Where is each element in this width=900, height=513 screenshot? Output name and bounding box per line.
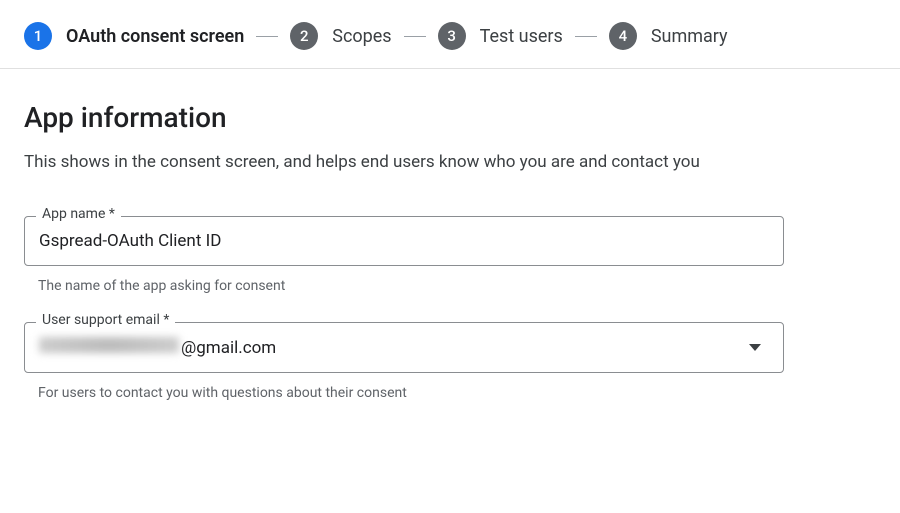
step-summary[interactable]: 4 Summary	[609, 22, 728, 50]
step-number-3: 3	[438, 22, 466, 50]
step-label-4: Summary	[651, 26, 728, 47]
app-name-box	[24, 216, 784, 266]
user-support-email-select[interactable]: @gmail.com	[24, 322, 784, 373]
user-support-email-value: @gmail.com	[39, 337, 276, 358]
section-description: This shows in the consent screen, and he…	[24, 150, 784, 176]
step-test-users[interactable]: 3 Test users	[438, 22, 563, 50]
step-scopes[interactable]: 2 Scopes	[290, 22, 391, 50]
step-number-1: 1	[24, 22, 52, 50]
step-connector	[404, 36, 426, 37]
app-name-field: App name *	[24, 216, 784, 266]
app-name-input[interactable]	[39, 231, 769, 251]
app-name-helper: The name of the app asking for consent	[38, 278, 876, 294]
email-suffix: @gmail.com	[181, 338, 276, 358]
section-title: App information	[24, 101, 876, 134]
user-support-email-helper: For users to contact you with questions …	[38, 385, 876, 401]
app-name-label: App name *	[36, 206, 121, 222]
content: App information This shows in the consen…	[0, 69, 900, 401]
step-connector	[575, 36, 597, 37]
stepper: 1 OAuth consent screen 2 Scopes 3 Test u…	[0, 0, 900, 69]
step-label-1: OAuth consent screen	[66, 26, 244, 47]
step-label-3: Test users	[480, 26, 563, 47]
step-oauth-consent[interactable]: 1 OAuth consent screen	[24, 22, 244, 50]
chevron-down-icon	[749, 344, 761, 351]
step-number-2: 2	[290, 22, 318, 50]
step-connector	[256, 36, 278, 37]
user-support-email-label: User support email *	[36, 312, 175, 328]
user-support-email-field: User support email * @gmail.com	[24, 322, 784, 373]
step-number-4: 4	[609, 22, 637, 50]
step-label-2: Scopes	[332, 26, 391, 47]
redacted-email-prefix	[39, 337, 179, 353]
